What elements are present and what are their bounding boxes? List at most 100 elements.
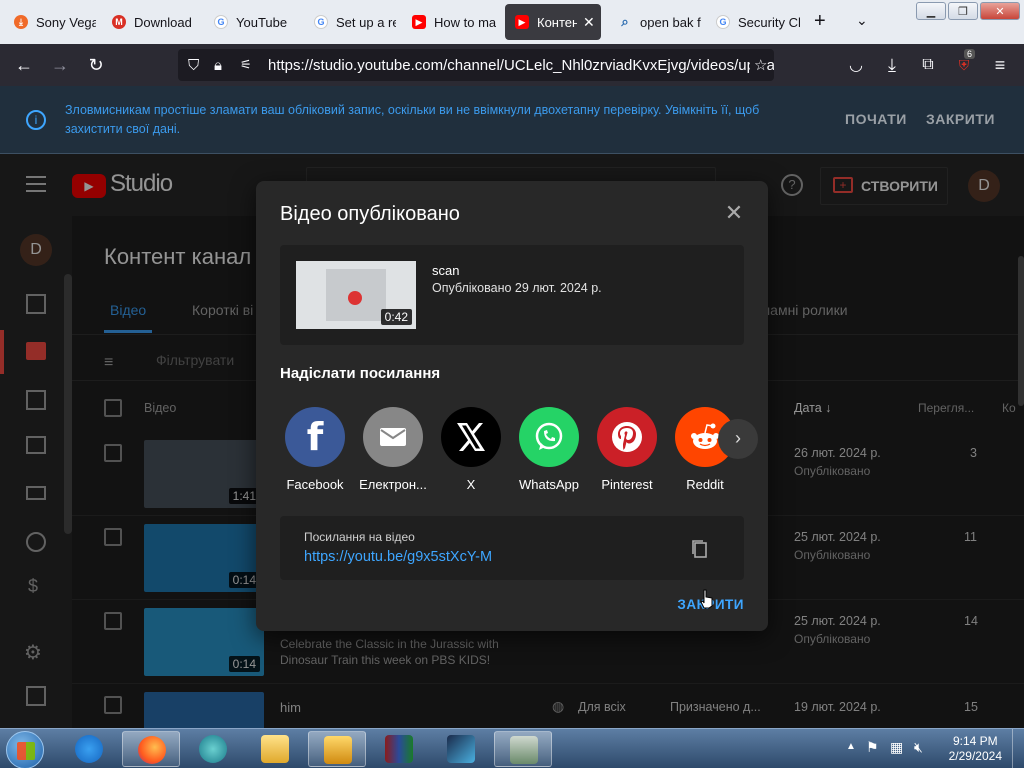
- taskbar-app-open[interactable]: [494, 731, 552, 767]
- pinterest-icon: [597, 407, 657, 467]
- google-icon: G: [214, 15, 228, 29]
- duration-badge: 0:42: [380, 309, 412, 325]
- url-text: https://studio.youtube.com/channel/UCLel…: [268, 56, 774, 74]
- share-heading: Надіслати посилання: [280, 365, 441, 382]
- browser-tab[interactable]: G Set up a re: [306, 4, 396, 40]
- back-arrow-icon[interactable]: ←: [12, 55, 36, 76]
- share-pinterest-button[interactable]: Pinterest: [588, 407, 666, 492]
- mail-icon: M: [112, 15, 126, 29]
- tab-title: YouTube: [236, 14, 288, 30]
- taskbar-winrar[interactable]: [370, 731, 428, 767]
- share-x-button[interactable]: X: [432, 407, 510, 492]
- tab-title: Download: [134, 14, 192, 30]
- banner-close-button[interactable]: ЗАКРИТИ: [926, 111, 995, 127]
- browser-tab-active[interactable]: ▶ Контент ✕: [505, 4, 601, 40]
- tab-title: Sony Vegas: [36, 14, 96, 30]
- forward-arrow-icon[interactable]: →: [48, 55, 72, 76]
- extension-badge: 6: [964, 48, 976, 59]
- show-desktop-button[interactable]: [1012, 729, 1024, 768]
- facebook-icon: f: [285, 407, 345, 467]
- close-window-icon[interactable]: ✕: [980, 2, 1020, 20]
- close-icon[interactable]: ✕: [722, 202, 746, 226]
- minimize-icon[interactable]: ▁: [916, 2, 946, 20]
- chevron-right-icon[interactable]: ›: [718, 419, 758, 459]
- hand-cursor-icon: [700, 589, 714, 609]
- pocket-icon[interactable]: ◡: [844, 55, 868, 75]
- copy-icon[interactable]: [690, 539, 710, 559]
- permissions-icon[interactable]: ⚟: [240, 57, 252, 73]
- download-app-icon: ⤓: [14, 15, 28, 29]
- video-title: scan: [432, 263, 460, 278]
- browser-tab[interactable]: ⌕ open bak f: [610, 4, 702, 40]
- show-hidden-icons[interactable]: ▲: [846, 741, 856, 752]
- bookmark-star-icon[interactable]: ☆: [750, 56, 768, 74]
- network-icon[interactable]: ▦: [890, 739, 903, 756]
- window-controls: ▁ ❐ ✕: [916, 2, 1020, 20]
- winrar-icon: [385, 735, 413, 763]
- extension-ublock-icon[interactable]: ⛨ 6: [952, 48, 976, 74]
- video-published-date: Опубліковано 29 лют. 2024 р.: [432, 281, 602, 295]
- whatsapp-icon: [519, 407, 579, 467]
- banner-message: Зловмисникам простіше зламати ваш обліко…: [65, 103, 760, 136]
- taskbar-app[interactable]: [184, 731, 242, 767]
- folder-icon: [261, 735, 289, 763]
- system-clock[interactable]: 9:14 PM 2/29/2024: [949, 734, 1002, 764]
- tab-title: Контент: [537, 14, 577, 30]
- share-email-button[interactable]: Електрон...: [354, 407, 432, 492]
- taskbar-editor[interactable]: [432, 731, 490, 767]
- flag-icon[interactable]: ⚑: [866, 739, 879, 756]
- share-facebook-button[interactable]: f Facebook: [276, 407, 354, 492]
- security-warning-banner: i Зловмисникам простіше зламати ваш облі…: [0, 86, 1024, 154]
- banner-start-button[interactable]: ПОЧАТИ: [845, 111, 907, 127]
- shield-icon[interactable]: ⛉: [188, 57, 199, 74]
- google-icon: G: [314, 15, 328, 29]
- thumbnail-image-detail: [348, 291, 362, 305]
- youtube-icon: ▶: [515, 15, 529, 29]
- clock-time: 9:14 PM: [952, 734, 998, 748]
- tab-title: Security Ch: [738, 14, 800, 30]
- published-video-card: 0:42 scan Опубліковано 29 лют. 2024 р.: [280, 245, 744, 345]
- search-icon: ⌕: [621, 14, 629, 29]
- downloads-icon[interactable]: ⤓: [880, 55, 904, 76]
- browser-tab[interactable]: G Security Ch: [708, 4, 800, 40]
- taskbar-firefox[interactable]: [122, 731, 180, 767]
- dialog-title: Відео опубліковано: [280, 203, 460, 225]
- browser-tab[interactable]: ⤓ Sony Vegas: [6, 4, 96, 40]
- address-bar[interactable]: ⛉ 🔒︎ ⚟ https://studio.youtube.com/channe…: [178, 49, 774, 81]
- browser-tab[interactable]: G YouTube: [206, 4, 296, 40]
- share-label: X: [466, 477, 476, 492]
- video-link-url[interactable]: https://youtu.be/g9x5stXcY-M: [304, 549, 492, 565]
- taskbar-ie[interactable]: [60, 731, 118, 767]
- share-label: Pinterest: [601, 477, 653, 492]
- firefox-icon: [138, 736, 166, 764]
- video-editor-icon: [447, 735, 475, 763]
- lock-icon[interactable]: 🔒︎: [214, 57, 222, 74]
- windows-logo-icon: [17, 742, 35, 760]
- share-label: WhatsApp: [519, 477, 579, 492]
- close-tab-icon[interactable]: ✕: [583, 14, 595, 31]
- new-tab-icon[interactable]: +: [814, 10, 826, 33]
- tab-title: open bak f: [640, 14, 701, 30]
- menu-hamburger-icon[interactable]: ≡: [988, 55, 1012, 76]
- volume-muted-icon[interactable]: 🔇︎: [914, 739, 923, 756]
- extensions-icon[interactable]: ⧉: [916, 56, 940, 74]
- browser-tab[interactable]: ▶ How to ma: [404, 4, 496, 40]
- taskbar-explorer[interactable]: [246, 731, 304, 767]
- app-window-icon: [510, 736, 538, 764]
- share-whatsapp-button[interactable]: WhatsApp: [510, 407, 588, 492]
- info-icon: i: [26, 110, 46, 130]
- browser-tab-strip: ⤓ Sony Vegas M Download G YouTube G Set …: [0, 0, 1024, 44]
- browser-toolbar: ← → ↻ ⛉ 🔒︎ ⚟ https://studio.youtube.com/…: [0, 44, 1024, 86]
- video-link-box: Посилання на відео https://youtu.be/g9x5…: [280, 516, 744, 580]
- browser-tab[interactable]: M Download: [104, 4, 194, 40]
- taskbar-media[interactable]: [308, 731, 366, 767]
- email-icon: [363, 407, 423, 467]
- tab-title: How to ma: [434, 14, 496, 30]
- reload-icon[interactable]: ↻: [84, 55, 108, 76]
- tab-list-chevron-icon[interactable]: ⌄: [856, 12, 868, 29]
- start-button[interactable]: [6, 731, 44, 768]
- restore-icon[interactable]: ❐: [948, 2, 978, 20]
- video-thumbnail[interactable]: 0:42: [296, 261, 416, 329]
- google-icon: G: [716, 15, 730, 29]
- share-label: Facebook: [286, 477, 344, 492]
